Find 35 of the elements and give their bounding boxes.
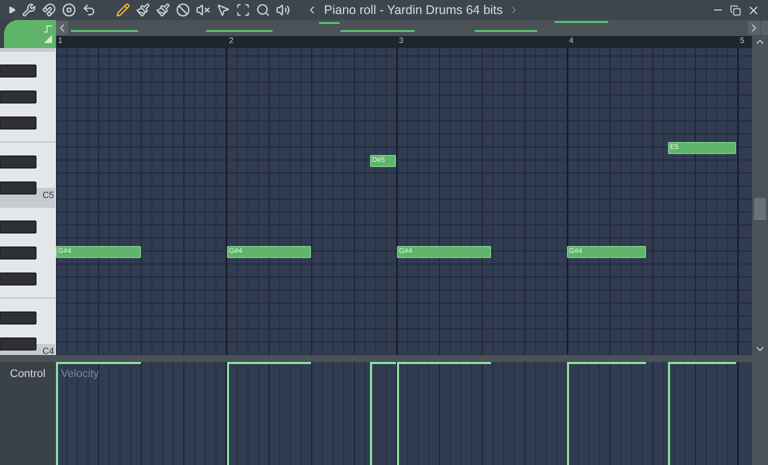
wrench-icon[interactable] [22,3,36,17]
pencil-icon[interactable] [116,3,130,17]
mute-icon[interactable] [196,3,210,17]
window-title: Piano roll - Yardin Drums 64 bits [324,2,503,19]
brush-icon[interactable] [136,3,150,17]
scroll-up-icon[interactable] [752,36,768,48]
ramp-icon [44,35,52,43]
curve-icon [44,25,52,33]
scroll-left-icon[interactable] [56,21,68,35]
bar-number: 5 [740,37,744,45]
lane-scrollbar[interactable] [752,362,768,465]
menu-arrow-icon[interactable] [8,6,16,14]
speaker-icon[interactable] [276,3,290,17]
pointer-icon[interactable] [216,3,230,17]
brush-icon[interactable] [156,3,170,17]
restore-icon[interactable] [730,4,741,16]
magnet-icon[interactable] [42,3,56,17]
bar-number: 4 [569,37,574,45]
undo-icon[interactable] [82,3,96,17]
scroll-right-icon[interactable] [748,21,760,35]
key-label: C5 [42,191,54,200]
bar-number: 3 [399,37,404,45]
tool-tile[interactable] [4,20,56,48]
parameter-label[interactable]: Velocity [61,366,99,382]
control-label[interactable]: Control [10,366,46,382]
select-frame-icon[interactable] [236,3,250,17]
close-icon[interactable] [747,4,760,16]
key-label: C4 [42,347,54,355]
scroll-thumb[interactable] [754,198,766,220]
prohibited-icon[interactable] [176,3,190,17]
bar-number: 1 [58,37,62,45]
search-icon[interactable] [256,3,270,17]
stop-icon[interactable] [62,3,76,17]
bar-number: 2 [229,37,234,45]
piano-keyboard[interactable]: C5 C4 [0,48,56,355]
